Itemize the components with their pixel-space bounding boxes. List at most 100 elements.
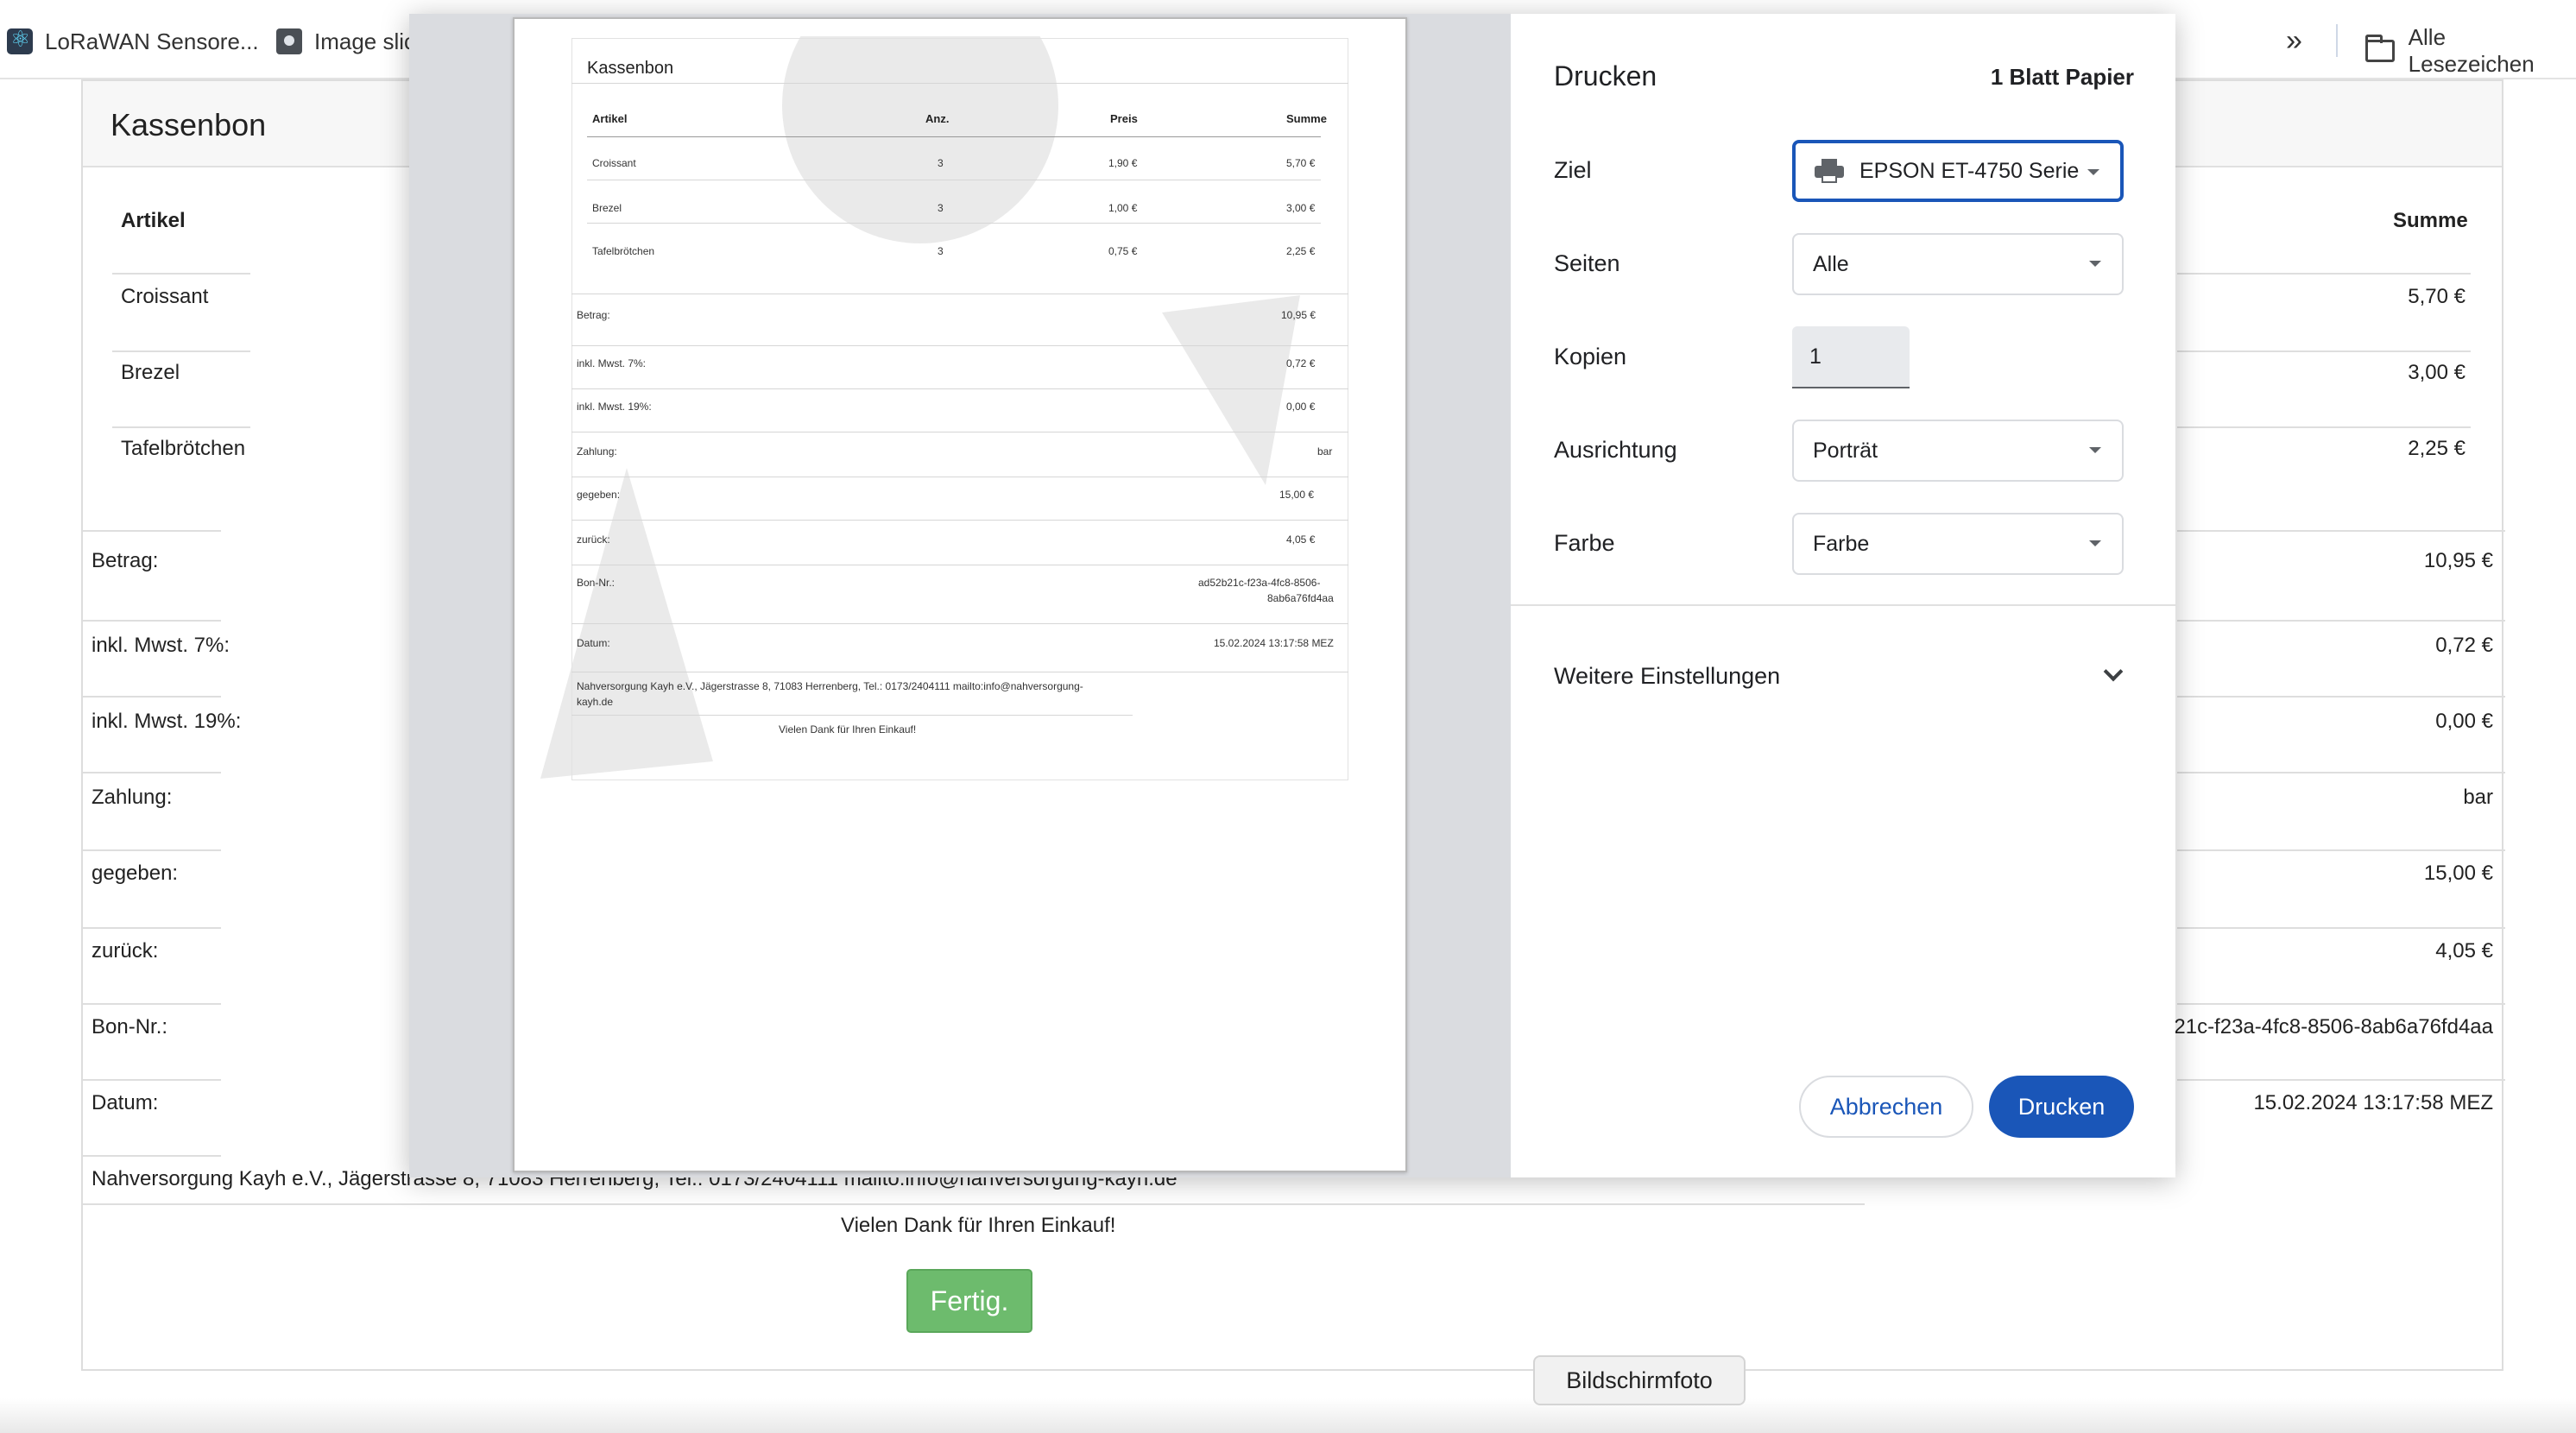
print-settings-panel: Drucken 1 Blatt Papier Ziel EPSON ET-475… [1511,14,2175,1177]
preview-receipt-card [571,38,1348,780]
total-label: Bon-Nr.: [92,1015,168,1038]
preview-item-price: 0,75 € [1108,245,1138,257]
divider [2177,849,2505,851]
copies-input[interactable]: 1 [1792,326,1910,388]
item-name: Croissant [121,285,209,308]
bookmark-image-slicer[interactable]: Image slic [276,26,415,57]
preview-header-anz: Anz. [925,112,950,125]
done-button[interactable]: Fertig. [906,1269,1032,1333]
preview-total-value: 15.02.2024 13:17:58 MEZ [1214,637,1334,649]
preview-divider [571,388,1348,389]
total-label: inkl. Mwst. 7%: [92,634,230,657]
preview-divider [571,623,1348,624]
total-label: Zahlung: [92,786,173,809]
preview-divider [571,715,1133,716]
bookmark-label: LoRaWAN Sensore... [45,28,259,54]
divider [112,273,250,275]
divider [2177,1079,2505,1081]
preview-total-label: inkl. Mwst. 7%: [577,357,647,369]
bookmarks-separator [2336,24,2338,57]
preview-total-value: 4,05 € [1286,533,1316,546]
copies-label: Kopien [1554,344,1627,369]
preview-item-name: Brezel [592,202,622,214]
divider [112,350,250,352]
more-settings-label: Weitere Einstellungen [1554,662,1781,689]
total-value: bar [2463,786,2493,809]
preview-item-name: Tafelbrötchen [592,245,655,257]
preview-divider [571,83,1348,84]
divider [83,927,221,929]
divider [83,620,221,622]
color-select[interactable]: Farbe [1792,513,2124,575]
page-title: Kassenbon [110,107,267,142]
settings-divider [1511,604,2175,606]
preview-total-label: Bon-Nr.: [577,577,616,589]
item-name: Brezel [121,361,180,384]
all-bookmarks-folder[interactable]: Alle Lesezeichen [2365,24,2576,78]
destination-value: EPSON ET-4750 Serie [1859,158,2080,183]
divider [83,1155,221,1157]
total-label: gegeben: [92,862,179,885]
print-button[interactable]: Drucken [1989,1076,2134,1138]
preview-divider [587,136,1321,137]
orientation-select[interactable]: Porträt [1792,420,2124,482]
bookmark-lorawan[interactable]: LoRaWAN Sensore... [7,26,259,57]
total-value: 15,00 € [2423,862,2493,885]
thanks-text: Vielen Dank für Ihren Einkauf! [841,1214,1116,1237]
color-value: Farbe [1813,531,1870,556]
total-label: Betrag: [92,549,159,572]
bookmark-label: Image slic [314,28,416,54]
preview-total-label: Betrag: [577,309,610,321]
preview-total-label: gegeben: [577,489,621,501]
divider [83,849,221,851]
preview-title: Kassenbon [587,59,674,78]
destination-select[interactable]: EPSON ET-4750 Serie [1792,140,2124,202]
preview-item-qty: 3 [938,245,944,257]
preview-item-qty: 3 [938,202,944,214]
print-dialog: Kassenbon Artikel Anz. Preis Summe Crois… [409,14,2175,1177]
item-sum: 2,25 € [2408,437,2466,460]
folder-icon [2365,35,2395,62]
total-label: inkl. Mwst. 19%: [92,710,242,733]
preview-item-sum: 2,25 € [1286,245,1316,257]
folder-label: Alle Lesezeichen [2408,24,2535,77]
divider [112,426,250,428]
item-sum: 5,70 € [2408,285,2466,308]
preview-item-name: Croissant [592,157,636,169]
print-preview-page: Kassenbon Artikel Anz. Preis Summe Crois… [513,17,1407,1172]
divider [83,530,221,532]
preview-total-value: 0,72 € [1286,357,1316,369]
preview-header-preis: Preis [1110,112,1138,125]
preview-total-label: inkl. Mwst. 19%: [577,401,652,413]
bottom-bar [0,1398,2576,1433]
preview-divider [571,520,1348,521]
pages-value: Alle [1813,251,1849,276]
preview-item-qty: 3 [938,157,944,169]
preview-total-label: Datum: [577,637,610,649]
more-bookmarks-icon[interactable]: » [2286,24,2302,58]
more-settings-toggle[interactable]: Weitere Einstellungen [1554,654,2132,698]
pages-label: Seiten [1554,250,1620,276]
cancel-button[interactable]: Abbrechen [1799,1076,1973,1138]
divider [83,772,221,773]
preview-header-summe: Summe [1286,112,1327,125]
column-header-summe: Summe [2393,209,2468,232]
chevron-down-icon [2103,661,2124,682]
preview-total-label: Zahlung: [577,445,617,458]
column-header-artikel: Artikel [121,209,186,232]
sheet-count: 1 Blatt Papier [1990,64,2134,90]
divider [83,1079,221,1081]
react-icon [7,26,33,54]
orientation-value: Porträt [1813,438,1878,463]
pages-select[interactable]: Alle [1792,233,2124,295]
total-value: 0,72 € [2435,634,2493,657]
divider [83,696,221,698]
divider [2177,350,2471,352]
divider [2177,426,2471,428]
preview-divider [587,223,1321,224]
preview-item-price: 1,90 € [1108,157,1138,169]
divider [2177,772,2505,773]
item-sum: 3,00 € [2408,361,2466,384]
dialog-title: Drucken [1554,60,1657,92]
preview-total-label: zurück: [577,533,610,546]
